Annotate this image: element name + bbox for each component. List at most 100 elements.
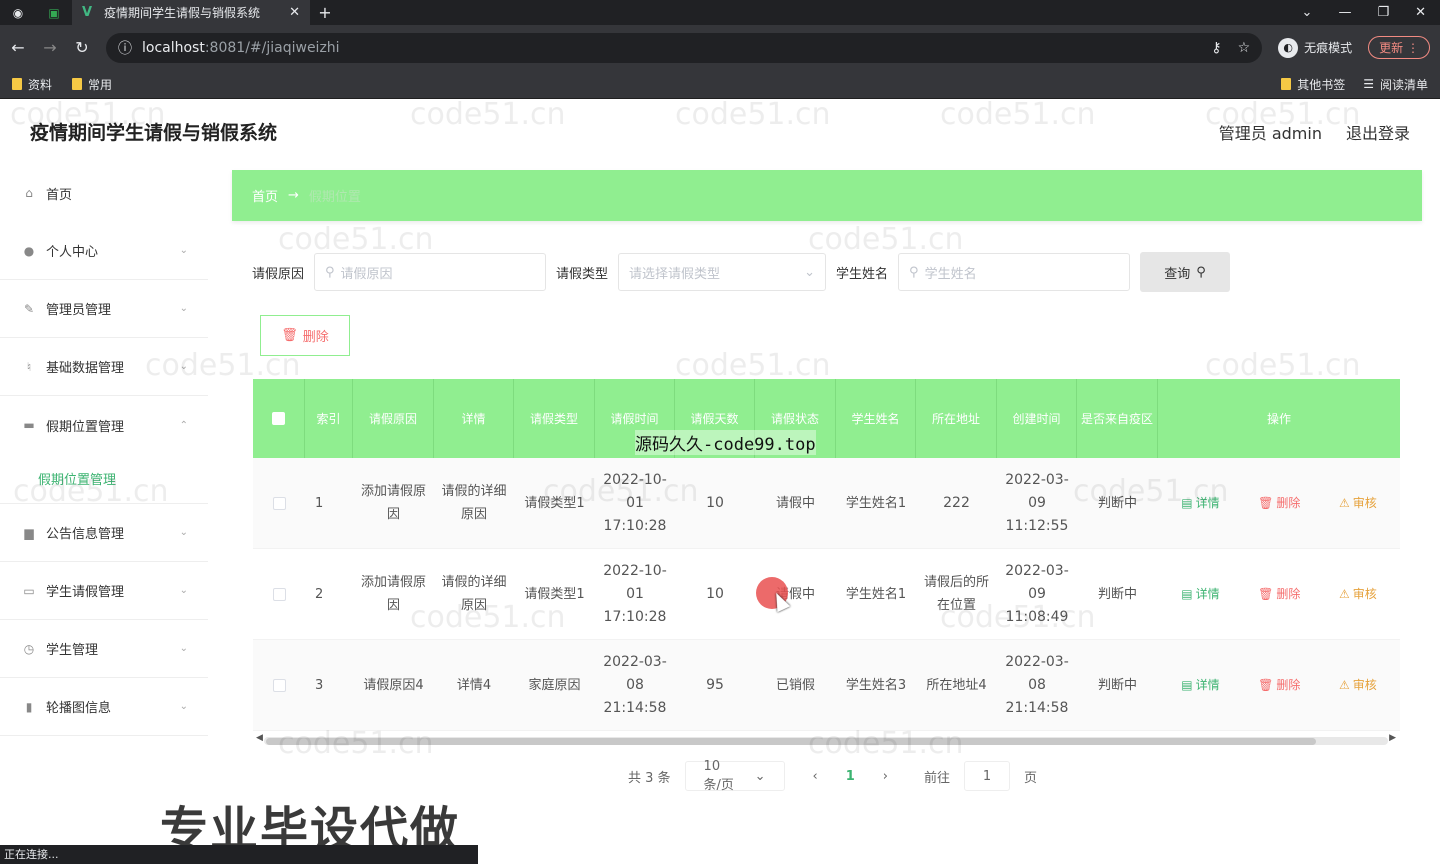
active-tab[interactable]: V 疫情期间学生请假与销假系统 ✕	[72, 0, 310, 25]
other-bookmarks[interactable]: 其他书签	[1281, 76, 1345, 93]
sidebar-item-holiday-location[interactable]: ▬ 假期位置管理 ⌃	[0, 396, 208, 454]
page-size-select[interactable]: 10条/页 ⌄	[684, 759, 785, 793]
cell-type: 家庭原因	[528, 677, 581, 693]
folder-icon	[1281, 78, 1292, 90]
col-name[interactable]: 学生姓名	[836, 379, 916, 458]
vue-icon: V	[82, 4, 93, 20]
cell-epidemic: 判断中	[1097, 677, 1137, 693]
table-row: 3 请假原因4 详情4 家庭原因 2022-03-08 21:14:58 95 …	[253, 640, 1400, 731]
col-address[interactable]: 所在地址	[916, 379, 997, 458]
sidebar-item-label: 个人中心	[46, 245, 99, 260]
incognito-indicator[interactable]: ◐ 无痕模式	[1278, 37, 1352, 58]
scroll-thumb[interactable]	[266, 738, 1316, 745]
type-select[interactable]: 请选择请假类型 ⌄	[618, 253, 827, 291]
next-page-icon[interactable]: ›	[883, 769, 888, 784]
chevron-down-icon: ⌄	[179, 245, 188, 256]
row-checkbox[interactable]	[253, 640, 305, 730]
review-button[interactable]: ⚠ 审核	[1339, 583, 1377, 606]
detail-button[interactable]: ▤ 详情	[1181, 674, 1219, 697]
row-checkbox[interactable]	[253, 549, 305, 639]
cell-time: 2022-03-08 21:14:58	[603, 653, 667, 716]
review-button[interactable]: ⚠ 审核	[1339, 674, 1377, 697]
col-created[interactable]: 创建时间	[997, 379, 1077, 458]
forward-button[interactable]: →	[42, 38, 58, 57]
update-button[interactable]: 更新 ⋮	[1368, 36, 1430, 59]
batch-delete-button[interactable]: 🗑 删除	[260, 315, 350, 356]
url-path: :8081/#/jiaqiweizhi	[204, 39, 340, 56]
bookmark-folder[interactable]: 常用	[72, 76, 112, 93]
pinned-tab-2[interactable]: ▣	[36, 0, 72, 25]
table-horizontal-scrollbar[interactable]: ◀ ▶	[252, 733, 1400, 747]
new-tab-button[interactable]: +	[310, 3, 340, 22]
scroll-right-icon[interactable]: ▶	[1389, 733, 1396, 743]
sidebar-item-leave[interactable]: ▭ 学生请假管理 ⌄	[0, 562, 208, 620]
bookmark-folder[interactable]: 资料	[12, 76, 52, 93]
col-type[interactable]: 请假类型	[514, 379, 595, 458]
star-icon[interactable]: ☆	[1238, 40, 1251, 56]
reload-button[interactable]: ↻	[74, 38, 90, 57]
cell-reason: 添加请假原因	[360, 484, 426, 522]
sidebar-item-basic-data[interactable]: ♮ 基础数据管理 ⌄	[0, 338, 208, 396]
trash-icon: 🗑	[1258, 677, 1274, 692]
reason-input[interactable]: ⚲ 请假原因	[314, 253, 547, 291]
minimize-button[interactable]: —	[1338, 5, 1351, 20]
submenu-holiday-location[interactable]: 假期位置管理	[0, 454, 208, 504]
name-placeholder: 学生姓名	[924, 266, 977, 282]
name-input[interactable]: ⚲ 学生姓名	[898, 253, 1131, 291]
col-detail[interactable]: 详情	[434, 379, 514, 458]
cell-index: 2	[315, 586, 324, 602]
query-button[interactable]: 查询 ⚲	[1140, 252, 1231, 292]
col-index[interactable]: 索引	[305, 379, 353, 458]
breadcrumb-home[interactable]: 首页	[252, 186, 278, 205]
goto-page-input[interactable]: 1	[964, 761, 1011, 791]
key-icon[interactable]: ⚷	[1211, 40, 1221, 56]
chevron-down-icon: ⌄	[179, 361, 188, 372]
sidebar-item-home[interactable]: ⌂ 首页	[0, 164, 208, 222]
detail-button[interactable]: ▤ 详情	[1181, 583, 1219, 606]
reading-list[interactable]: ☰ 阅读清单	[1363, 76, 1428, 93]
delete-button[interactable]: 🗑 删除	[1258, 674, 1300, 697]
sidebar-item-students[interactable]: ◷ 学生管理 ⌄	[0, 620, 208, 678]
window-controls: ⌄ — ❐ ✕	[1302, 5, 1440, 20]
close-tab-icon[interactable]: ✕	[289, 5, 300, 20]
restore-button[interactable]: ❐	[1377, 5, 1389, 20]
cell-days: 10	[706, 494, 724, 511]
browser-icon: ◉	[12, 5, 24, 20]
pinned-tab[interactable]: ◉	[0, 0, 36, 25]
delete-button[interactable]: 🗑 删除	[1258, 583, 1300, 606]
search-bar: 请假原因 ⚲ 请假原因 请假类型 请选择请假类型 ⌄ 学生姓名 ⚲ 学生姓名 查…	[232, 252, 1422, 292]
close-window-button[interactable]: ✕	[1415, 5, 1426, 20]
sidebar-item-admins[interactable]: ✎ 管理员管理 ⌄	[0, 280, 208, 338]
bookmark-label: 其他书签	[1297, 77, 1346, 92]
chevron-down-icon: ⌄	[179, 585, 188, 596]
page-number[interactable]: 1	[846, 769, 855, 784]
sidebar-item-profile[interactable]: ● 个人中心 ⌄	[0, 222, 208, 280]
brand-overlay: 源码久久-code99.top	[635, 430, 816, 455]
col-epidemic[interactable]: 是否来自疫区	[1077, 379, 1158, 458]
cell-name: 学生姓名3	[845, 677, 907, 693]
sidebar-item-carousel[interactable]: ▮ 轮播图信息 ⌄	[0, 678, 208, 736]
logout-button[interactable]: 退出登录	[1346, 120, 1410, 144]
page-unit: 页	[1024, 770, 1038, 786]
cell-type: 请假类型1	[524, 495, 585, 511]
bookmark-label: 常用	[88, 77, 113, 92]
review-button[interactable]: ⚠ 审核	[1339, 492, 1377, 515]
bookmark-label: 资料	[28, 77, 53, 92]
sidebar-item-announcements[interactable]: ▆ 公告信息管理 ⌄	[0, 504, 208, 562]
search-icon: ⚲	[909, 264, 919, 280]
scroll-left-icon[interactable]: ◀	[256, 733, 263, 743]
table-row: 1 添加请假原因 请假的详细原因 请假类型1 2022-10-01 17:10:…	[253, 458, 1400, 549]
cell-actions: ▤ 详情 🗑 删除 ⚠ 审核	[1158, 640, 1400, 730]
url-input[interactable]: ⓘ localhost:8081/#/jiaqiweizhi ⚷ ☆	[106, 32, 1263, 63]
detail-button[interactable]: ▤ 详情	[1181, 492, 1219, 515]
chevron-down-icon[interactable]: ⌄	[1302, 5, 1313, 20]
select-all-checkbox[interactable]	[253, 379, 305, 458]
col-reason[interactable]: 请假原因	[353, 379, 434, 458]
home-icon: ⌂	[25, 186, 33, 200]
delete-button[interactable]: 🗑 删除	[1258, 492, 1300, 515]
back-button[interactable]: ←	[10, 38, 26, 57]
chart-icon: ▮	[25, 699, 33, 714]
message-icon: ▭	[23, 583, 35, 598]
row-checkbox[interactable]	[253, 458, 305, 548]
prev-page-icon[interactable]: ‹	[813, 769, 818, 784]
